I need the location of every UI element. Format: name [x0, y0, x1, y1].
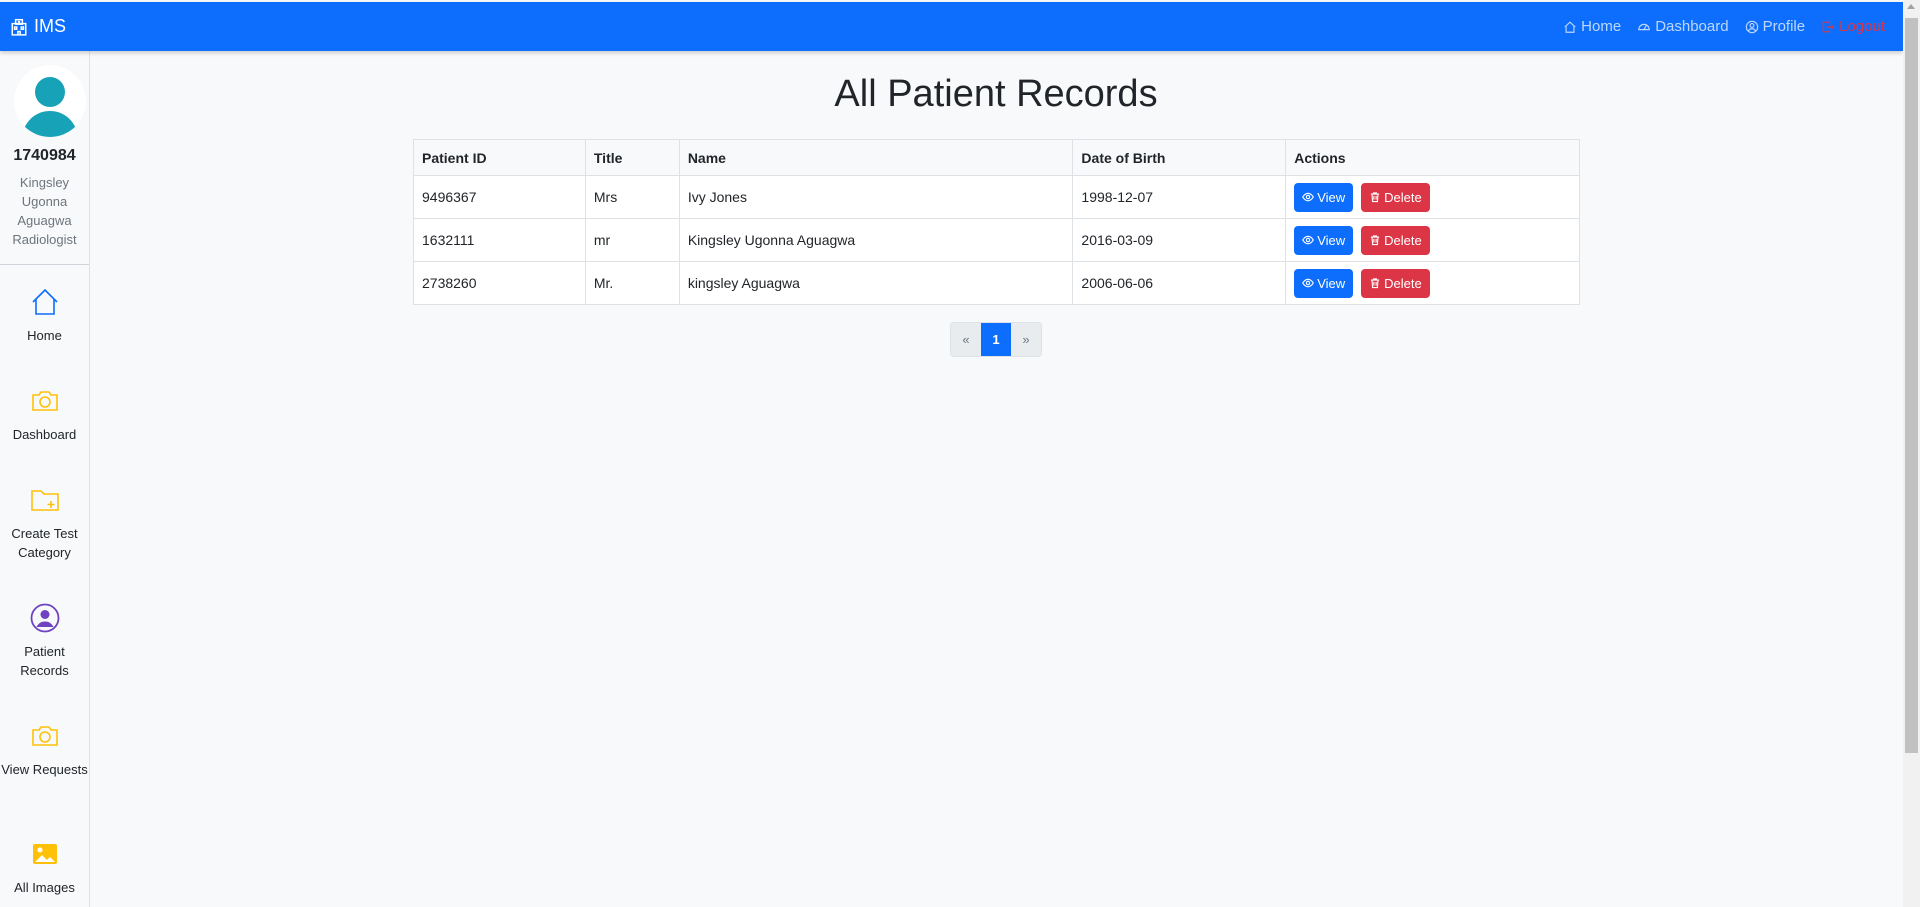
pagination-prev[interactable]: «: [951, 323, 981, 356]
nav-profile-link[interactable]: Profile: [1745, 18, 1806, 35]
house-icon: [31, 288, 58, 315]
patient-records-table: Patient ID Title Name Date of Birth Acti…: [413, 139, 1580, 305]
sidebar-item-label: View Requests: [1, 762, 88, 777]
top-navbar: IMS Home Dashboard Profile Logout: [0, 2, 1903, 51]
nav-logout-link[interactable]: Logout: [1821, 18, 1885, 35]
table-header-row: Patient ID Title Name Date of Birth Acti…: [413, 139, 1580, 176]
patient-title-cell: Mr.: [584, 261, 680, 305]
trash-icon: [1371, 278, 1380, 289]
sidebar-item-dashboard[interactable]: Dashboard: [0, 385, 89, 444]
nav-dashboard-label: Dashboard: [1655, 18, 1729, 35]
eye-icon: [1302, 278, 1315, 288]
actions-cell: View Delete: [1285, 261, 1580, 305]
eye-icon: [1302, 192, 1315, 202]
nav-dashboard-link[interactable]: Dashboard: [1637, 18, 1729, 35]
user-name: Kingsley Ugonna Aguagwa: [17, 175, 72, 228]
delete-label: Delete: [1384, 275, 1422, 291]
view-button[interactable]: View: [1294, 268, 1354, 298]
brand-link[interactable]: IMS: [10, 2, 66, 51]
view-label: View: [1317, 189, 1346, 205]
table-row: 9496367 Mrs Ivy Jones 1998-12-07 View De…: [413, 175, 1580, 219]
table-row: 1632111 mr Kingsley Ugonna Aguagwa 2016-…: [413, 218, 1580, 262]
sidebar-item-view-requests[interactable]: View Requests: [0, 720, 89, 779]
sidebar: 1740984 Kingsley Ugonna Aguagwa Radiolog…: [0, 51, 90, 907]
camera-icon: [31, 391, 58, 411]
trash-icon: [1371, 192, 1380, 203]
delete-label: Delete: [1384, 189, 1422, 205]
folder-plus-icon: [30, 490, 59, 511]
actions-cell: View Delete: [1285, 175, 1580, 219]
eye-icon: [1302, 235, 1315, 245]
person-circle-icon: [30, 603, 59, 633]
patient-dob-cell: 1998-12-07: [1072, 175, 1287, 219]
sidebar-divider: [0, 264, 89, 265]
patient-id-cell: 9496367: [413, 175, 586, 219]
speedometer-icon: [1638, 23, 1651, 30]
patient-name-cell: Ivy Jones: [678, 175, 1074, 219]
column-header: Title: [584, 139, 680, 176]
patient-title-cell: mr: [584, 218, 680, 262]
scroll-up-arrow[interactable]: [1907, 4, 1915, 9]
sidebar-item-label: Patient Records: [20, 644, 69, 678]
sidebar-item-label: Home: [27, 328, 62, 343]
column-header: Actions: [1285, 139, 1580, 176]
sidebar-item-label: All Images: [14, 880, 75, 895]
nav-logout-label: Logout: [1839, 18, 1885, 35]
patient-dob-cell: 2016-03-09: [1072, 218, 1287, 262]
patient-id-cell: 1632111: [413, 218, 586, 262]
table-row: 2738260 Mr. kingsley Aguagwa 2006-06-06 …: [413, 261, 1580, 305]
page-scrollbar[interactable]: [1903, 0, 1920, 907]
column-header: Patient ID: [413, 139, 586, 176]
delete-button[interactable]: Delete: [1361, 225, 1430, 255]
actions-cell: View Delete: [1285, 218, 1580, 262]
avatar: [14, 65, 86, 137]
column-header: Date of Birth: [1072, 139, 1287, 176]
sidebar-item-patient-records[interactable]: Patient Records: [0, 602, 89, 680]
delete-button[interactable]: Delete: [1361, 182, 1430, 212]
view-label: View: [1317, 275, 1346, 291]
trash-icon: [1371, 235, 1380, 246]
person-avatar-icon: [22, 77, 78, 137]
page-title: All Patient Records: [834, 73, 1158, 115]
pagination-page-1[interactable]: 1: [981, 323, 1011, 356]
view-button[interactable]: View: [1294, 182, 1354, 212]
view-button[interactable]: View: [1294, 225, 1354, 255]
nav-links: Home Dashboard Profile Logout: [1563, 2, 1885, 51]
delete-button[interactable]: Delete: [1361, 268, 1430, 298]
column-header: Name: [678, 139, 1074, 176]
sidebar-item-label: Create Test Category: [11, 526, 78, 560]
pagination: « 1 »: [950, 322, 1042, 357]
scroll-thumb[interactable]: [1905, 18, 1918, 753]
delete-label: Delete: [1384, 232, 1422, 248]
sidebar-item-home[interactable]: Home: [0, 286, 89, 345]
nav-profile-label: Profile: [1762, 18, 1806, 35]
brand-text: IMS: [34, 16, 67, 36]
patient-dob-cell: 2006-06-06: [1072, 261, 1287, 305]
patient-name-cell: Kingsley Ugonna Aguagwa: [678, 218, 1074, 262]
user-role: Radiologist: [12, 232, 77, 247]
user-id: 1740984: [13, 147, 76, 164]
pagination-next[interactable]: »: [1011, 323, 1041, 356]
nav-home-link[interactable]: Home: [1563, 18, 1621, 35]
nav-home-label: Home: [1581, 18, 1622, 35]
camera-icon: [31, 726, 58, 746]
sidebar-item-all-images[interactable]: All Images: [0, 838, 89, 897]
sidebar-item-create-test-category[interactable]: Create Test Category: [0, 484, 89, 562]
hospital-icon: [11, 18, 27, 36]
sidebar-item-label: Dashboard: [12, 427, 77, 442]
patient-title-cell: Mrs: [584, 175, 680, 219]
box-arrow-right-icon: [1822, 21, 1835, 32]
patient-name-cell: kingsley Aguagwa: [678, 261, 1074, 305]
person-circle-icon: [1745, 20, 1758, 33]
patient-id-cell: 2738260: [413, 261, 586, 305]
image-icon: [32, 844, 57, 864]
view-label: View: [1317, 232, 1346, 248]
home-icon: [1564, 20, 1576, 33]
